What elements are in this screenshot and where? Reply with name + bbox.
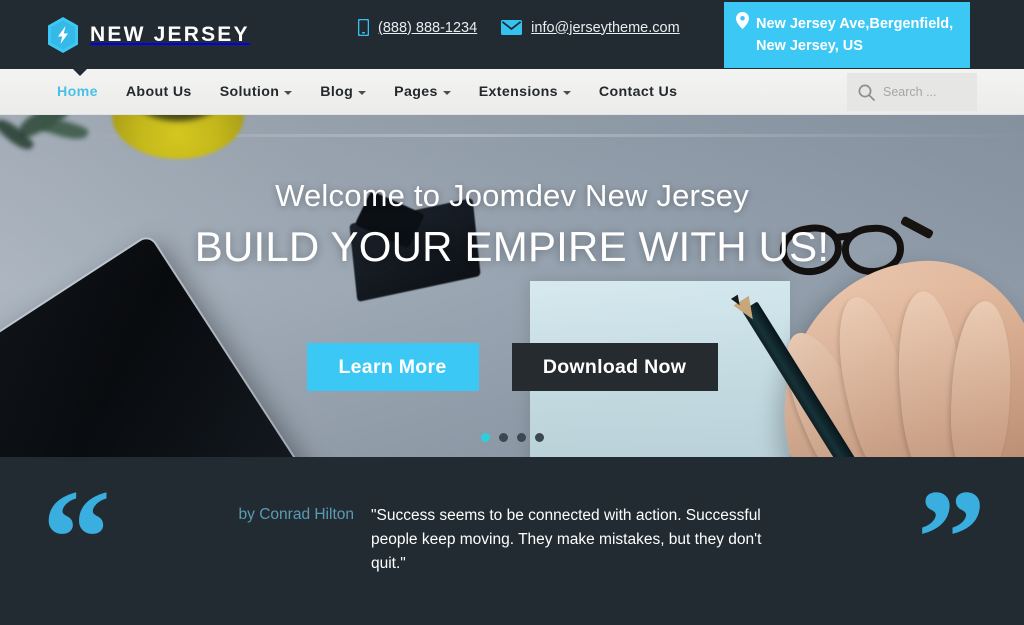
header-address-box[interactable]: New Jersey Ave,Bergenfield, New Jersey, … — [724, 2, 970, 68]
learn-more-button[interactable]: Learn More — [306, 343, 479, 391]
search-box[interactable] — [847, 73, 977, 111]
nav-item-contact-us[interactable]: Contact Us — [599, 83, 677, 101]
address-line-2: New Jersey, US — [756, 38, 863, 54]
search-input[interactable] — [883, 85, 973, 99]
header-address-text: New Jersey Ave,Bergenfield, New Jersey, … — [756, 13, 953, 57]
mobile-phone-icon — [358, 19, 369, 36]
nav-label-extensions: Extensions — [478, 83, 558, 100]
slider-dot-1[interactable] — [480, 433, 490, 442]
hero-subtitle: Welcome to Joomdev New Jersey — [275, 178, 749, 213]
quote-close-icon: ” — [917, 461, 986, 614]
header-phone[interactable]: (888) 888-1234 — [358, 19, 477, 36]
hero-slider: Welcome to Joomdev New Jersey BUILD YOUR… — [0, 115, 1024, 457]
search-icon — [858, 84, 875, 101]
download-now-button[interactable]: Download Now — [511, 343, 718, 391]
hexagon-bolt-icon — [46, 16, 80, 54]
testimonial-section: “ by Conrad Hilton "Success seems to be … — [0, 457, 1024, 625]
nav-menu: Home About Us Solution Blog Pages Extens… — [57, 83, 677, 101]
header-email[interactable]: info@jerseytheme.com — [501, 20, 680, 36]
slider-dot-3[interactable] — [516, 433, 526, 442]
nav-item-pages[interactable]: Pages — [394, 83, 451, 101]
active-item-caret-icon — [73, 69, 87, 76]
nav-item-about-us[interactable]: About Us — [126, 83, 192, 101]
slider-dot-2[interactable] — [498, 433, 508, 442]
hero-button-group: Learn More Download Now — [0, 343, 1024, 391]
nav-label-blog: Blog — [320, 83, 354, 100]
chevron-down-icon — [358, 90, 367, 95]
nav-label-pages: Pages — [394, 83, 438, 100]
slider-dot-4[interactable] — [534, 433, 544, 442]
nav-item-home[interactable]: Home — [57, 83, 98, 101]
nav-item-solution[interactable]: Solution — [220, 83, 293, 101]
chevron-down-icon — [442, 90, 451, 95]
hero-content: Welcome to Joomdev New Jersey BUILD YOUR… — [0, 115, 1024, 457]
page-root: NEW JERSEY (888) 888-1234 info@jerseythe… — [0, 0, 1024, 625]
testimonial-author: by Conrad Hilton — [238, 506, 354, 523]
chevron-down-icon — [562, 90, 571, 95]
chevron-down-icon — [284, 90, 293, 95]
header-email-text: info@jerseytheme.com — [531, 19, 680, 36]
nav-item-blog[interactable]: Blog — [320, 83, 367, 101]
nav-label-about-us: About Us — [125, 83, 192, 100]
nav-label-contact-us: Contact Us — [598, 83, 678, 100]
address-line-1: New Jersey Ave,Bergenfield, — [756, 15, 954, 32]
hero-title: BUILD YOUR EMPIRE WITH US! — [194, 223, 830, 270]
main-navigation: Home About Us Solution Blog Pages Extens… — [0, 69, 1024, 115]
map-pin-icon — [736, 12, 749, 34]
quote-open-icon: “ — [42, 461, 111, 614]
header-phone-text: (888) 888-1234 — [378, 19, 478, 36]
header-contact-group: (888) 888-1234 info@jerseytheme.com — [358, 19, 680, 36]
testimonial-quote: "Success seems to be connected with acti… — [371, 507, 762, 573]
site-logo-link[interactable]: NEW JERSEY — [46, 16, 250, 54]
envelope-icon — [501, 20, 523, 35]
nav-label-home: Home — [57, 83, 98, 100]
site-header: NEW JERSEY (888) 888-1234 info@jerseythe… — [0, 0, 1024, 69]
brand-name: NEW JERSEY — [90, 22, 250, 46]
nav-label-solution: Solution — [219, 83, 280, 100]
slider-pagination — [0, 433, 1024, 442]
nav-item-extensions[interactable]: Extensions — [479, 83, 571, 101]
